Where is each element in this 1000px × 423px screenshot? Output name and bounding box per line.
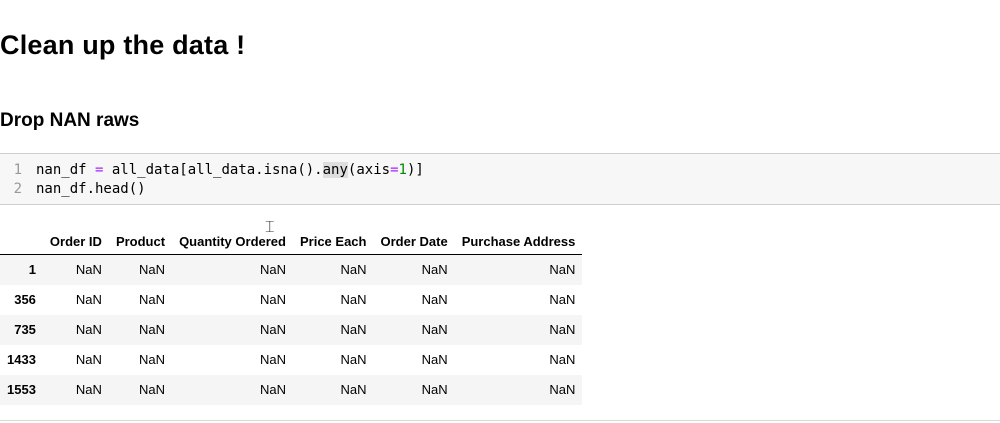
table-cell: NaN	[340, 262, 367, 278]
table-cell: NaN	[340, 292, 367, 307]
table-row: 356 NaN NaN NaN NaN NaN NaN	[0, 285, 582, 315]
column-header: Purchase Address	[454, 228, 583, 255]
table-cell: NaN	[259, 352, 286, 367]
code-token: )]	[406, 162, 424, 178]
code-token: all_data[all_data.isna().	[103, 162, 323, 178]
code-cell[interactable]: 1 nan_df = all_data[all_data.isna().any(a…	[0, 153, 1000, 205]
table-cell: NaN	[75, 322, 102, 337]
table-cell: NaN	[549, 292, 576, 307]
table-cell: NaN	[340, 322, 367, 337]
code-line-2[interactable]: 2 nan_df.head()	[0, 180, 146, 199]
line-number: 1	[13, 162, 22, 178]
column-header-index	[0, 228, 43, 255]
code-token: (axis	[347, 162, 391, 178]
table-cell: NaN	[421, 352, 448, 367]
text-cursor-icon: ⌶	[265, 217, 275, 236]
code-token: nan_df	[36, 162, 96, 178]
table-cell: NaN	[75, 292, 102, 307]
table-cell: NaN	[75, 382, 102, 397]
table-cell: NaN	[549, 322, 576, 337]
table-cell: NaN	[340, 382, 367, 397]
section-heading: Drop NAN raws	[0, 110, 140, 131]
table-row: 1 NaN NaN NaN NaN NaN NaN	[0, 254, 583, 285]
code-operator: =	[390, 162, 399, 178]
column-header: Quantity Ordered	[172, 228, 293, 255]
table-cell: NaN	[75, 352, 102, 367]
row-index: 356	[14, 292, 36, 307]
table-cell: NaN	[139, 322, 166, 337]
row-index: 1	[28, 262, 36, 278]
code-token: nan_df.head()	[36, 181, 146, 197]
row-index: 1553	[7, 382, 36, 397]
table-cell: NaN	[139, 352, 166, 367]
row-index: 735	[14, 322, 36, 337]
dataframe-table: Order ID Product Quantity Ordered Price …	[0, 228, 583, 405]
table-cell: NaN	[139, 382, 166, 397]
table-cell: NaN	[421, 262, 448, 278]
column-header: Order ID	[42, 228, 109, 255]
table-cell: NaN	[139, 292, 166, 307]
table-row: 1433 NaN NaN NaN NaN NaN NaN	[0, 345, 582, 375]
notebook-page: Clean up the data ! Drop NAN raws 1 nan_d…	[0, 0, 1000, 423]
table-cell: NaN	[139, 262, 166, 278]
table-cell: NaN	[549, 382, 576, 397]
table-cell: NaN	[421, 322, 448, 337]
table-cell: NaN	[549, 352, 576, 367]
table-cell: NaN	[259, 382, 286, 397]
table-cell: NaN	[75, 262, 102, 278]
code-line-1[interactable]: 1 nan_df = all_data[all_data.isna().any(a…	[0, 161, 424, 180]
line-number: 2	[13, 181, 22, 197]
table-cell: NaN	[259, 292, 286, 307]
row-index: 1433	[7, 352, 36, 367]
table-cell: NaN	[549, 262, 576, 278]
table-cell: NaN	[259, 322, 286, 337]
page-title: Clean up the data !	[0, 30, 246, 60]
table-row: 1553 NaN NaN NaN NaN NaN NaN	[0, 374, 583, 405]
table-cell: NaN	[340, 352, 367, 367]
column-header: Price Each	[292, 228, 374, 255]
column-header: Order Date	[373, 228, 455, 255]
table-cell: NaN	[421, 292, 448, 307]
table-cell: NaN	[421, 382, 448, 397]
table-header-row: Order ID Product Quantity Ordered Price …	[0, 228, 583, 255]
column-header: Product	[108, 228, 173, 255]
table-cell: NaN	[259, 262, 286, 278]
code-number: 1	[398, 162, 407, 178]
code-highlight: any	[322, 162, 348, 178]
table-row: 735 NaN NaN NaN NaN NaN NaN	[0, 314, 583, 345]
output-area: Order ID Product Quantity Ordered Price …	[0, 206, 1000, 420]
cell-divider	[0, 420, 1000, 421]
